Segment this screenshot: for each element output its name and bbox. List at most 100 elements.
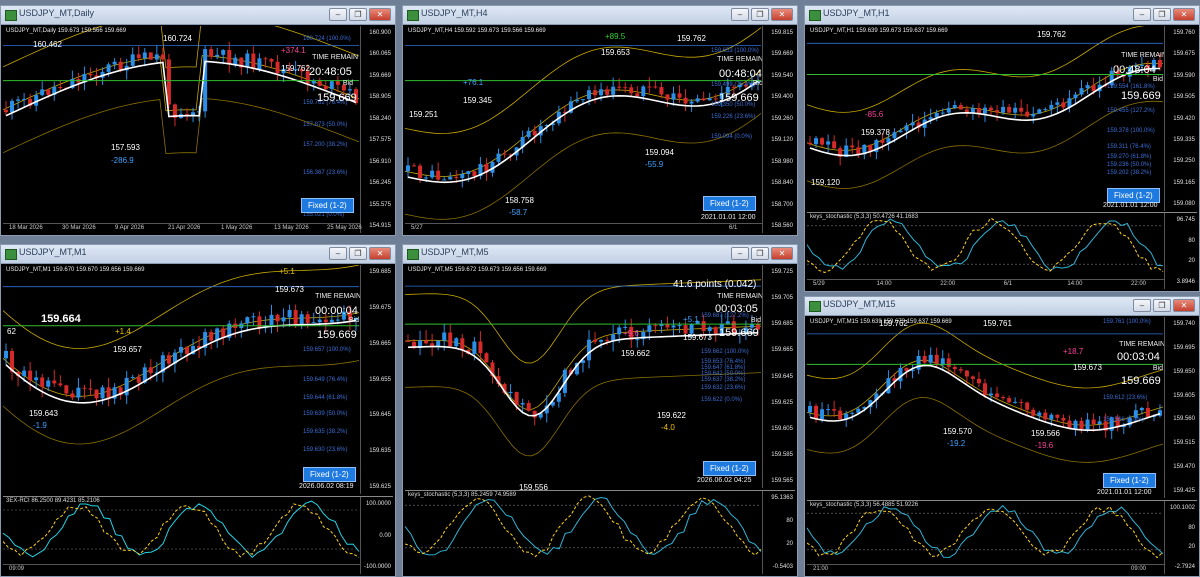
fixed-button[interactable]: Fixed (1-2) bbox=[703, 461, 756, 476]
price-axis[interactable]: 159.725 159.705 159.685 159.665 159.645 159.6… bbox=[762, 265, 795, 488]
current-price: 159.664 bbox=[41, 313, 81, 325]
fib-level: 156.367 (23.6%) bbox=[303, 170, 348, 176]
price-tick: 158.905 bbox=[369, 94, 391, 101]
bull-candle bbox=[520, 403, 525, 405]
chart-window-h4[interactable]: USDJPY_MT,H4 – ❐ ✕ USDJPY_MT,H4 159.592 15… bbox=[402, 5, 798, 236]
close-button[interactable]: ✕ bbox=[771, 247, 793, 260]
bull-candle bbox=[659, 324, 664, 327]
close-button[interactable]: ✕ bbox=[1173, 299, 1195, 312]
points-readout: 41.6 points (0.042) bbox=[673, 279, 757, 290]
swing-label: 159.761 bbox=[983, 319, 1012, 328]
restore-button[interactable]: ❐ bbox=[1153, 299, 1171, 312]
restore-button[interactable]: ❐ bbox=[349, 247, 367, 260]
restore-button[interactable]: ❐ bbox=[751, 8, 769, 21]
price-axis[interactable]: 160.900 160.065 159.669 158.905 158.240 157.5… bbox=[360, 26, 393, 233]
price-tick: 159.815 bbox=[771, 30, 793, 36]
stochastic-panel[interactable]: keys_stochastic (5,3,3) 56.4885 51.9226 … bbox=[807, 500, 1197, 574]
price-axis[interactable]: 159.815 159.669 159.540 159.400 159.260 159.1… bbox=[762, 26, 795, 233]
bull-candle bbox=[46, 380, 51, 387]
bear-candle bbox=[251, 53, 256, 70]
restore-button[interactable]: ❐ bbox=[1153, 8, 1171, 21]
minimize-button[interactable]: – bbox=[731, 8, 749, 21]
chart-window-m15[interactable]: USDJPY_MT,M15 – ❐ ✕ USDJPY_MT,M15 159.639 … bbox=[804, 296, 1200, 577]
fib-level: 159.637 (38.2%) bbox=[701, 377, 746, 383]
chart-window-daily[interactable]: USDJPY_MT,Daily – ❐ ✕ USDJPY_MT,Daily 159.… bbox=[0, 5, 396, 236]
price-axis[interactable]: 159.760 159.675 159.590 159.505 159.420 159.3… bbox=[1164, 26, 1197, 211]
price-chart[interactable]: USDJPY_MT,M1 159.670 159.670 159.656 159… bbox=[3, 265, 393, 494]
price-chart[interactable]: USDJPY_MT,H4 159.592 159.673 159.566 159… bbox=[405, 26, 795, 233]
bollinger-band bbox=[405, 70, 762, 177]
chart-window-m1[interactable]: USDJPY_MT,M1 – ❐ ✕ USDJPY_MT,M1 159.670 15… bbox=[0, 244, 396, 577]
window-title: USDJPY_MT,M5 bbox=[421, 247, 489, 257]
price-tick: 159.625 bbox=[771, 399, 793, 406]
time-remain-value: 00:03:04 bbox=[1117, 351, 1160, 363]
price-tick: 159.725 bbox=[771, 269, 793, 275]
time-remain-value: 00:00:04 bbox=[315, 305, 358, 317]
time-remain-value: 20:48:05 bbox=[309, 66, 352, 78]
price-chart[interactable]: USDJPY_MT,H1 159.639 159.673 159.637 159… bbox=[807, 26, 1197, 211]
time-remain-label: TIME REMAIN bbox=[717, 293, 763, 300]
chart-window-icon bbox=[407, 249, 419, 260]
minimize-button[interactable]: – bbox=[1133, 299, 1151, 312]
price-chart[interactable]: USDJPY_MT,M15 159.639 159.673 159.637 15… bbox=[807, 317, 1197, 498]
fixed-button[interactable]: Fixed (1-2) bbox=[301, 198, 354, 213]
restore-button[interactable]: ❐ bbox=[349, 8, 367, 21]
price-axis[interactable]: 159.740 159.695 159.650 159.605 159.560 159.5… bbox=[1164, 317, 1197, 498]
title-bar[interactable]: USDJPY_MT,H4 – ❐ ✕ bbox=[403, 6, 797, 25]
title-bar[interactable]: USDJPY_MT,M1 – ❐ ✕ bbox=[1, 245, 395, 264]
rci-panel[interactable]: 3EX-RCI 86.2500 89.4231 85.2106 100.0000… bbox=[3, 496, 393, 574]
title-bar[interactable]: USDJPY_MT,Daily – ❐ ✕ bbox=[1, 6, 395, 25]
chart-window-m5[interactable]: USDJPY_MT,M5 – ❐ ✕ USDJPY_MT,M5 159.672 15… bbox=[402, 244, 798, 577]
bull-candle bbox=[677, 325, 682, 327]
fixed-button[interactable]: Fixed (1-2) bbox=[303, 467, 356, 482]
bear-candle bbox=[1091, 85, 1096, 92]
close-button[interactable]: ✕ bbox=[369, 8, 391, 21]
bull-candle bbox=[1085, 419, 1090, 430]
bull-candle bbox=[707, 327, 712, 331]
minimize-button[interactable]: – bbox=[329, 247, 347, 260]
time-axis: 5/29 14:00 22:00 6/1 14:00 22:00 bbox=[807, 279, 1165, 289]
stochastic-panel[interactable]: keys_stochastic (5,3,3) 50.4726 41.1683 … bbox=[807, 212, 1197, 289]
chart-window-h1[interactable]: USDJPY_MT,H1 – ❐ ✕ USDJPY_MT,H1 159.639 15… bbox=[804, 5, 1200, 292]
close-button[interactable]: ✕ bbox=[369, 247, 391, 260]
fixed-button[interactable]: Fixed (1-2) bbox=[1103, 473, 1156, 488]
fixed-button[interactable]: Fixed (1-2) bbox=[703, 196, 756, 211]
pips-label: +76.1 bbox=[463, 78, 484, 87]
bull-candle bbox=[442, 179, 447, 181]
price-tick: 158.700 bbox=[771, 201, 793, 208]
window-title: USDJPY_MT,H4 bbox=[421, 8, 488, 18]
time-axis: 18 Mar 2026 30 Mar 2026 9 Apr 2026 21 Apr 2… bbox=[3, 223, 362, 233]
bear-candle bbox=[832, 409, 837, 411]
price-chart[interactable]: USDJPY_MT,Daily 159.673 159.566 159.669 … bbox=[3, 26, 393, 233]
bull-candle bbox=[508, 392, 513, 394]
price-axis[interactable]: 159.685 159.675 159.665 159.655 159.645 159.6… bbox=[360, 265, 393, 494]
chart-header: USDJPY_MT,M5 159.672 159.673 159.656 159… bbox=[408, 267, 547, 273]
bear-candle bbox=[701, 321, 706, 331]
minimize-button[interactable]: – bbox=[1133, 8, 1151, 21]
close-button[interactable]: ✕ bbox=[1173, 8, 1195, 21]
price-tick: 80 bbox=[1188, 237, 1195, 244]
stochastic-panel[interactable]: keys_stochastic (5,3,3) 85.2459 74.9589 … bbox=[405, 490, 795, 574]
bid-label: Bid bbox=[1152, 365, 1163, 372]
title-bar[interactable]: USDJPY_MT,H1 – ❐ ✕ bbox=[805, 6, 1199, 25]
time-tick: 9 Apr 2026 bbox=[115, 225, 145, 231]
close-button[interactable]: ✕ bbox=[771, 8, 793, 21]
bull-candle bbox=[281, 317, 286, 322]
price-tick: 159.165 bbox=[1173, 179, 1195, 186]
bear-candle bbox=[713, 98, 718, 100]
restore-button[interactable]: ❐ bbox=[751, 247, 769, 260]
bear-candle bbox=[514, 392, 519, 405]
title-bar[interactable]: USDJPY_MT,M5 – ❐ ✕ bbox=[403, 245, 797, 264]
bull-candle bbox=[287, 310, 292, 318]
bull-candle bbox=[641, 86, 646, 97]
price-chart[interactable]: USDJPY_MT,M5 159.672 159.673 159.656 159… bbox=[405, 265, 795, 492]
price-tick: 159.665 bbox=[369, 340, 391, 347]
minimize-button[interactable]: – bbox=[329, 8, 347, 21]
fixed-button[interactable]: Fixed (1-2) bbox=[1107, 188, 1160, 203]
minimize-button[interactable]: – bbox=[731, 247, 749, 260]
bear-candle bbox=[653, 325, 658, 327]
time-remain-label: TIME REMAIN bbox=[312, 54, 358, 61]
title-bar[interactable]: USDJPY_MT,M15 – ❐ ✕ bbox=[805, 297, 1199, 316]
date-stamp: 2026.06.02 04:25 bbox=[697, 477, 752, 484]
bear-candle bbox=[593, 90, 598, 96]
